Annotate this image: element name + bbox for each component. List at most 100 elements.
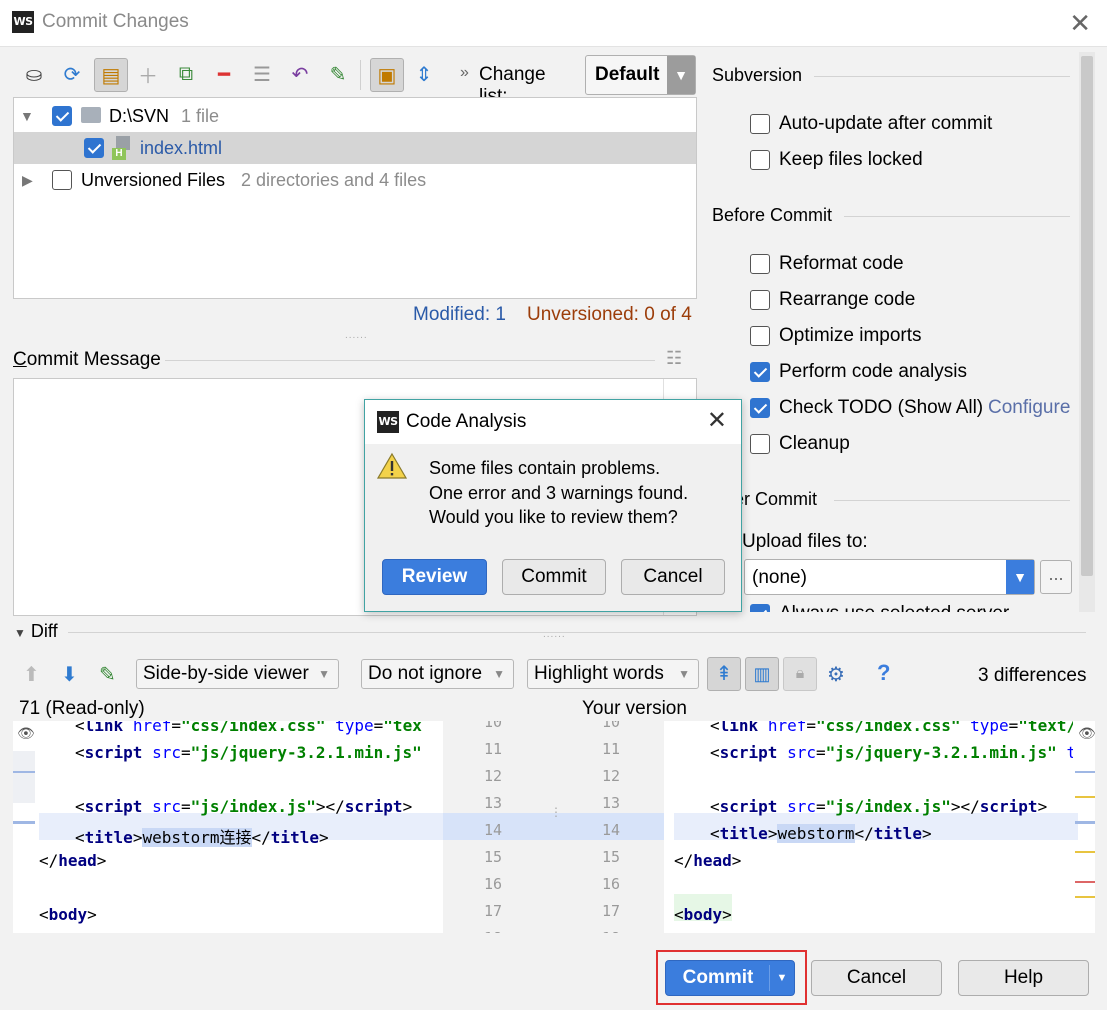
line-number-right: 11	[601, 740, 621, 758]
warning-icon	[376, 452, 408, 482]
ignore-select[interactable]: Do not ignore ▼	[361, 659, 514, 689]
edit-source-icon[interactable]: ✎	[324, 60, 352, 88]
add-icon[interactable]: ＋	[134, 60, 162, 88]
dialog-commit-button[interactable]: Commit	[502, 559, 606, 595]
unversioned-label: Unversioned Files	[81, 170, 226, 190]
rollback-icon[interactable]: ↶	[286, 60, 314, 88]
edit-source-icon[interactable]: ✎	[99, 662, 116, 687]
dialog-message-line1: Some files contain problems.	[429, 458, 661, 478]
chevron-down-icon[interactable]: ▼	[1006, 560, 1034, 594]
show-flatten-icon[interactable]: ▣	[370, 58, 404, 92]
expand-all-icon[interactable]: ⇕	[410, 60, 438, 88]
line-number-left: 15	[483, 848, 503, 866]
root-checkbox[interactable]	[52, 106, 72, 126]
help-icon[interactable]: ?	[877, 660, 890, 686]
chevron-down-icon: ▼	[678, 667, 690, 681]
upload-server-select[interactable]: (none) ▼	[744, 559, 1035, 595]
commit-history-icon[interactable]: ☷	[666, 348, 688, 370]
commit-message-label: Commit Message	[13, 349, 161, 370]
review-button[interactable]: Review	[382, 559, 487, 595]
collapse-arrow-icon[interactable]: ▶	[22, 164, 33, 196]
configure-link[interactable]: Configure	[988, 394, 1070, 422]
upload-label: Upload files to:	[742, 531, 868, 552]
collapse-unchanged-icon[interactable]: ⇞	[707, 657, 741, 691]
diff-divider-handle[interactable]: ⋮	[550, 805, 562, 819]
diff-splitter-handle[interactable]: ......	[543, 629, 566, 640]
line-number-right: 13	[601, 794, 621, 812]
change-list-select[interactable]: Default ▼	[585, 55, 696, 95]
code-line-left: <body>	[39, 905, 97, 924]
move-to-changelist-icon[interactable]: ⧉	[172, 60, 200, 88]
code-line-right: <script src="js/index.js"></script>	[710, 797, 1048, 816]
next-difference-icon[interactable]: ⬇	[61, 662, 78, 687]
code-line-right: <script src="js/jquery-3.2.1.min.js" ty	[710, 743, 1073, 762]
list-icon[interactable]: ☰	[248, 60, 276, 88]
expand-arrow-icon[interactable]: ▼	[20, 100, 34, 132]
code-line-right: <body>	[674, 905, 732, 924]
splitter-handle[interactable]: ......	[345, 330, 368, 341]
tree-row-file[interactable]: H index.html	[14, 132, 696, 164]
line-number-right: 17	[601, 902, 621, 920]
file-checkbox[interactable]	[84, 138, 104, 158]
code-line-left: <title>webstorm连接</title>	[75, 828, 329, 847]
title-bar: WS Commit Changes ✕	[0, 0, 1107, 47]
dialog-message-line2: One error and 3 warnings found.	[429, 483, 689, 503]
line-number-right: 18	[591, 929, 631, 933]
diff-viewer[interactable]: 👁︎ 👁︎ 10 11 12 13 14 15 16 17 18 10 11 1…	[13, 721, 1095, 933]
html-file-icon: H	[112, 136, 132, 160]
viewer-select[interactable]: Side-by-side viewer ▼	[136, 659, 339, 689]
remove-icon[interactable]: ━	[210, 60, 238, 88]
lock-icon[interactable]: 🔒︎	[783, 657, 817, 691]
code-line-left: <script src="js/jquery-3.2.1.min.js"	[75, 743, 422, 762]
line-number-left: 14	[483, 821, 503, 839]
modified-link[interactable]: Modified: 1	[413, 304, 506, 326]
subversion-heading: Subversion	[712, 65, 803, 85]
highlight-select[interactable]: Highlight words ▼	[527, 659, 699, 689]
code-line-left: <script src="js/index.js"></script>	[75, 797, 413, 816]
line-number-left: 17	[483, 902, 503, 920]
changes-tree: ▼ D:\SVN 1 file H index.html ▶ Unversion…	[13, 97, 697, 299]
dialog-cancel-button[interactable]: Cancel	[621, 559, 725, 595]
code-line-right: <link href="css/index.css" type="text/c	[710, 721, 1073, 735]
browse-servers-button[interactable]: ...	[1040, 560, 1072, 594]
chevron-down-icon: ▼	[318, 667, 330, 681]
folder-icon	[81, 107, 101, 123]
dialog-title-bar: WS Code Analysis ✕	[365, 400, 741, 445]
diff-right-header: Your version	[582, 698, 687, 719]
webstorm-logo-icon: WS	[12, 11, 34, 33]
help-button[interactable]: Help	[958, 960, 1089, 996]
line-number-left: 18	[473, 929, 513, 933]
dialog-title: Code Analysis	[406, 411, 527, 432]
file-label: index.html	[140, 138, 223, 158]
tree-row-root[interactable]: ▼ D:\SVN 1 file	[14, 100, 696, 132]
unversioned-link[interactable]: Unversioned: 0 of 4	[527, 304, 692, 326]
show-diff-icon[interactable]: ⛀	[20, 60, 48, 88]
diff-section-toggle[interactable]: ▼ Diff	[14, 621, 58, 642]
refresh-icon[interactable]: ⟳	[58, 60, 86, 88]
unversioned-checkbox[interactable]	[52, 170, 72, 190]
eye-icon[interactable]: 👁︎	[1078, 725, 1095, 742]
dialog-close-icon[interactable]: ✕	[707, 406, 727, 435]
cancel-button[interactable]: Cancel	[811, 960, 942, 996]
eye-icon[interactable]: 👁︎	[17, 725, 35, 742]
webstorm-logo-icon: WS	[377, 411, 399, 433]
collapse-triangle-icon: ▼	[14, 626, 26, 640]
sync-scroll-icon[interactable]: ▥	[745, 657, 779, 691]
options-scrollbar-thumb[interactable]	[1081, 56, 1093, 576]
chevron-down-icon[interactable]: ▼	[667, 56, 695, 94]
close-window-button[interactable]: ✕	[1069, 8, 1091, 38]
code-line-right: <title>webstorm</title>	[710, 824, 932, 843]
commit-options-chevron-icon[interactable]: ▼	[769, 965, 794, 991]
settings-gear-icon[interactable]: ⚙	[827, 662, 845, 687]
commit-button[interactable]: Commit ▼	[665, 960, 795, 996]
tree-row-unversioned[interactable]: ▶ Unversioned Files 2 directories and 4 …	[14, 164, 696, 196]
previous-difference-icon[interactable]: ⬆	[23, 662, 40, 687]
group-by-icon[interactable]: ▤	[94, 58, 128, 92]
before-commit-heading: Before Commit	[712, 205, 833, 225]
diff-toolbar: ⬆ ⬇ ✎ Side-by-side viewer ▼ Do not ignore…	[13, 654, 1093, 694]
code-line-left: <div class="header">	[75, 932, 268, 933]
more-chevron-icon: »	[460, 64, 469, 81]
line-number-left: 13	[483, 794, 503, 812]
code-line-right: <div class="header">	[710, 932, 903, 933]
differences-count: 3 differences	[978, 665, 1087, 686]
